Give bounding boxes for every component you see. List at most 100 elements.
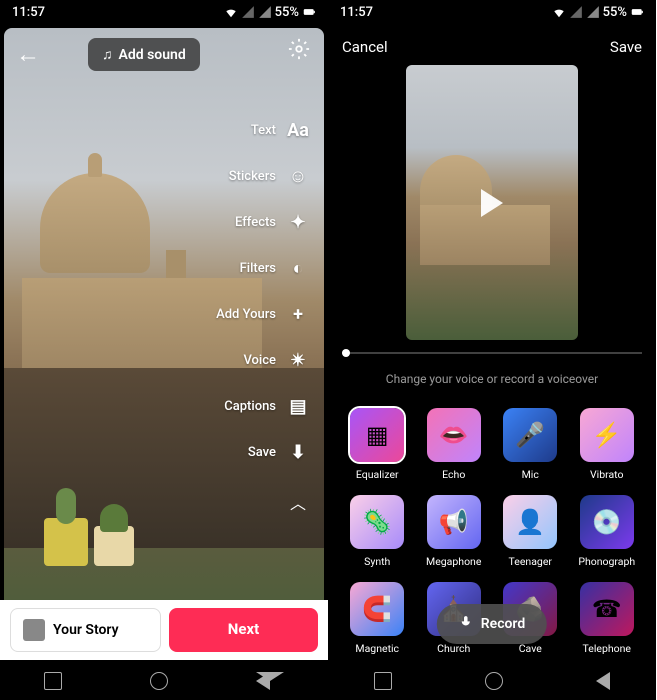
battery-level: 55% — [603, 5, 627, 20]
android-nav-bar — [328, 662, 656, 700]
story-thumb-icon — [23, 619, 45, 641]
tool-label: Stickers — [229, 169, 276, 184]
echo-tile-icon: 👄 — [427, 408, 481, 462]
status-right: 55% — [552, 5, 644, 20]
voice-effect-telephone[interactable]: ☎ Telephone — [572, 582, 643, 655]
editor-screen: 11:57 55% ← ♫ Add sound Text Aa Stickers ☺ E… — [0, 0, 328, 700]
captions-icon: ▤ — [286, 394, 310, 418]
collapse-chevron[interactable]: ︿ — [216, 490, 310, 514]
tool-captions[interactable]: Captions ▤ — [216, 394, 310, 418]
voice-label: Synth — [364, 555, 390, 568]
tool-filters[interactable]: Filters◐ — [216, 256, 310, 280]
record-button[interactable]: Record — [437, 604, 547, 644]
scrubber-handle[interactable] — [342, 349, 350, 357]
battery-icon — [630, 5, 644, 19]
voice-effect-megaphone[interactable]: 📢 Megaphone — [419, 495, 490, 568]
play-icon — [481, 189, 503, 217]
telephone-tile-icon: ☎ — [580, 582, 634, 636]
voice-icon: ✴ — [286, 348, 310, 372]
voice-label: Magnetic — [355, 642, 399, 655]
voice-effect-synth[interactable]: 🦠 Synth — [342, 495, 413, 568]
voice-label: Teenager — [509, 555, 552, 568]
save-icon: ⬇ — [286, 440, 310, 464]
voice-effect-vibrato[interactable]: ⚡ Vibrato — [572, 408, 643, 481]
voice-hint: Change your voice or record a voiceover — [328, 372, 656, 386]
voice-label: Echo — [442, 468, 465, 481]
tool-save[interactable]: Save ⬇ — [216, 440, 310, 464]
equalizer-tile-icon: ▦ — [350, 408, 404, 462]
add-sound-label: Add sound — [119, 47, 186, 63]
scrubber-track[interactable] — [342, 352, 642, 354]
voice-label: Megaphone — [426, 555, 481, 568]
next-button[interactable]: Next — [169, 608, 318, 652]
status-bar: 11:57 55% — [0, 0, 328, 24]
tool-text[interactable]: Text Aa — [216, 118, 310, 142]
voice-label: Telephone — [583, 642, 631, 655]
tool-effects[interactable]: Effects ✦ — [216, 210, 310, 234]
video-thumbnail[interactable] — [406, 65, 578, 340]
effects-icon: ✦ — [286, 210, 310, 234]
signal-icon — [241, 5, 255, 19]
nav-recents[interactable] — [44, 672, 62, 690]
voice-effect-phonograph[interactable]: 💿 Phonograph — [572, 495, 643, 568]
voice-label: Phonograph — [578, 555, 635, 568]
mic-tile-icon: 🎤 — [503, 408, 557, 462]
phonograph-tile-icon: 💿 — [580, 495, 634, 549]
mic-icon — [459, 615, 473, 633]
voice-screen: 11:57 55% Cancel Save Change your voice … — [328, 0, 656, 700]
record-label: Record — [481, 616, 525, 632]
add-sound-button[interactable]: ♫ Add sound — [88, 38, 200, 71]
status-bar: 11:57 55% — [328, 0, 656, 24]
music-note-icon: ♫ — [102, 46, 113, 63]
video-preview: ← ♫ Add sound Text Aa Stickers ☺ Effects ✦ Fil… — [4, 28, 324, 636]
status-time: 11:57 — [12, 5, 45, 20]
add-yours-icon: + — [286, 302, 310, 326]
voice-label: Vibrato — [590, 468, 624, 481]
save-button[interactable]: Save — [610, 38, 642, 56]
tool-label: Save — [248, 445, 276, 460]
back-button[interactable]: ← — [16, 40, 40, 69]
tool-voice[interactable]: Voice✴ — [216, 348, 310, 372]
text-icon: Aa — [286, 118, 310, 142]
your-story-button[interactable]: Your Story — [10, 608, 161, 652]
nav-home[interactable] — [150, 672, 168, 690]
signal-icon — [569, 5, 583, 19]
tool-label: Captions — [224, 399, 276, 414]
tool-label: Add Yours — [216, 307, 276, 322]
editor-tools: Text Aa Stickers ☺ Effects ✦ Filters◐ Add Yours… — [216, 118, 310, 514]
status-right: 55% — [224, 5, 316, 20]
megaphone-tile-icon: 📢 — [427, 495, 481, 549]
voice-label: Mic — [522, 468, 539, 481]
tool-label: Text — [251, 123, 276, 138]
voice-effect-magnetic[interactable]: 🧲 Magnetic — [342, 582, 413, 655]
nav-back[interactable] — [596, 672, 610, 690]
voice-label: Equalizer — [356, 468, 399, 481]
voice-effect-equalizer[interactable]: ▦ Equalizer — [342, 408, 413, 481]
magnetic-tile-icon: 🧲 — [350, 582, 404, 636]
status-time: 11:57 — [340, 5, 373, 20]
vibrato-tile-icon: ⚡ — [580, 408, 634, 462]
voice-effect-mic[interactable]: 🎤 Mic — [495, 408, 566, 481]
synth-tile-icon: 🦠 — [350, 495, 404, 549]
nav-back[interactable] — [256, 672, 284, 690]
stickers-icon: ☺ — [286, 164, 310, 188]
battery-level: 55% — [275, 5, 299, 20]
tool-stickers[interactable]: Stickers ☺ — [216, 164, 310, 188]
tool-add-yours[interactable]: Add Yours + — [216, 302, 310, 326]
android-nav-bar — [0, 662, 328, 700]
nav-recents[interactable] — [374, 672, 392, 690]
wifi-icon — [224, 5, 238, 19]
voice-effect-echo[interactable]: 👄 Echo — [419, 408, 490, 481]
signal-icon-2 — [586, 5, 600, 19]
signal-icon-2 — [258, 5, 272, 19]
battery-icon — [302, 5, 316, 19]
tool-label: Effects — [235, 215, 276, 230]
nav-home[interactable] — [485, 672, 503, 690]
bottom-actions: Your Story Next — [0, 600, 328, 660]
tool-label: Filters — [240, 261, 276, 276]
wifi-icon — [552, 5, 566, 19]
voice-effect-teenager[interactable]: 👤 Teenager — [495, 495, 566, 568]
voice-header: Cancel Save — [328, 28, 656, 66]
teenager-tile-icon: 👤 — [503, 495, 557, 549]
cancel-button[interactable]: Cancel — [342, 38, 388, 56]
